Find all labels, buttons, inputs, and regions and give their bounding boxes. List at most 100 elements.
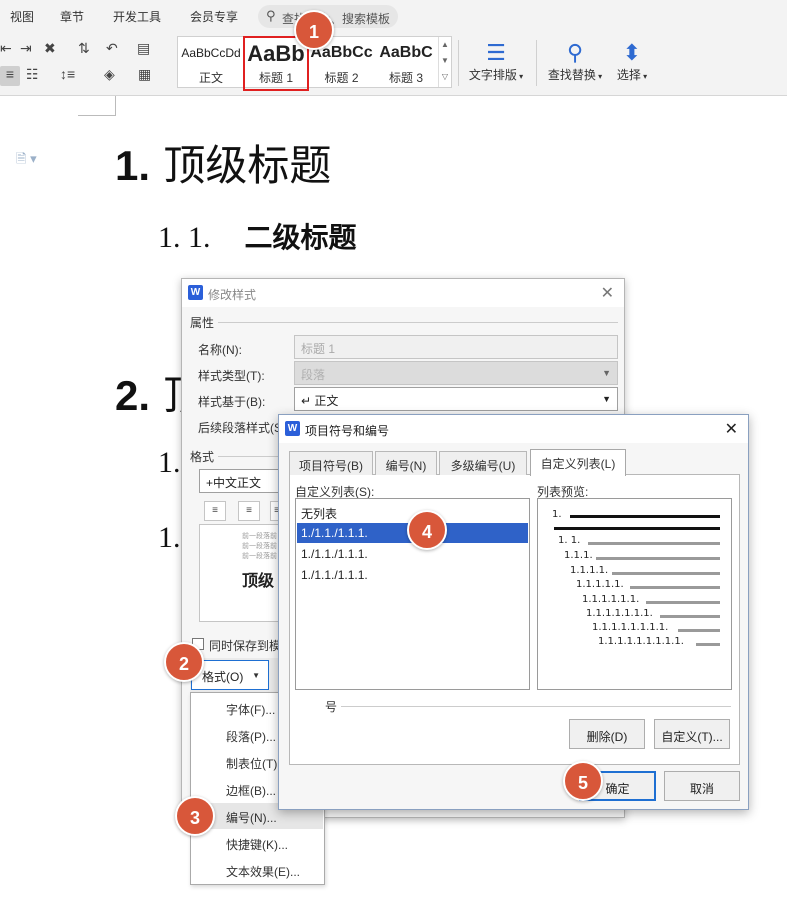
bullets-numbering-dialog: W 项目符号和编号 ✕ 项目符号(B) 编号(N) 多级编号(U) 自定义列表(…: [278, 414, 749, 810]
list-preview-pane: 1. 1. 1. 1.1.1. 1.1.1.1. 1.1.1.1.1. 1.1.…: [537, 498, 732, 690]
select-label: 选择: [616, 68, 641, 82]
divider: [325, 706, 731, 707]
style-normal[interactable]: AaBbCcDd 正文: [180, 38, 242, 86]
heading-2-first[interactable]: 1. 1. 二级标题: [158, 216, 357, 256]
delete-button[interactable]: 删除(D): [569, 719, 645, 749]
step-badge-4: 4: [407, 510, 447, 550]
preview-bar: [696, 643, 720, 646]
heading-1-first[interactable]: 1. 顶级标题: [115, 132, 331, 193]
preview-bar: [588, 542, 720, 545]
list-item[interactable]: 1./1.1./1.1.1.: [297, 544, 528, 564]
tab-multilevel[interactable]: 多级编号(U): [439, 451, 527, 475]
align-center-button[interactable]: ≡: [238, 501, 260, 521]
sort-icon[interactable]: ⇅: [78, 40, 90, 57]
chinese-layout-icon[interactable]: ✖: [44, 40, 56, 57]
customize-button[interactable]: 自定义(T)...: [654, 719, 730, 749]
list-item[interactable]: 1./1.1./1.1.1.: [297, 565, 528, 585]
style-normal-preview: AaBbCcDd: [181, 46, 241, 60]
separator: [458, 40, 459, 86]
heading-1-text: 顶级标题: [163, 141, 332, 190]
menu-chapter[interactable]: 章节: [60, 8, 84, 25]
chevron-down-icon: ▼: [441, 56, 449, 65]
menu-bar: 视图 章节 开发工具 会员专享 ⚲ 查找命令、搜索模板: [0, 0, 787, 32]
divider: [190, 322, 618, 323]
preview-prev-line: 前一段落前: [242, 553, 277, 560]
style-type-value: 段落: [301, 368, 326, 382]
modify-style-titlebar[interactable]: W 修改样式 ✕: [182, 279, 624, 307]
preview-bar: [612, 572, 720, 575]
format-group-label: 格式: [190, 448, 219, 465]
text-layout-label: 文字排版: [468, 68, 517, 82]
gallery-scroll[interactable]: ▲ ▼ ▽: [438, 37, 451, 87]
select-button[interactable]: ⬍ 选择 ▾: [612, 40, 652, 83]
preview-bar: [554, 527, 720, 530]
preview-level-3: 1.1.1.: [564, 550, 593, 561]
preview-level-1: 1.: [552, 509, 562, 520]
align-left-button[interactable]: ≡: [204, 501, 226, 521]
name-field[interactable]: 标题 1: [294, 335, 618, 359]
style-type-label: 样式类型(T):: [198, 369, 265, 383]
tab-bullets[interactable]: 项目符号(B): [289, 451, 373, 475]
menu-item-shortcut[interactable]: 快捷键(K)...: [192, 830, 323, 856]
style-heading-2-label: 标题 2: [324, 71, 359, 85]
tab-custom-list[interactable]: 自定义列表(L): [530, 449, 626, 476]
decrease-indent-icon[interactable]: ⇤: [0, 40, 12, 57]
expand-icon: ▽: [441, 72, 449, 81]
increase-indent-icon[interactable]: ⇥: [20, 40, 32, 57]
align-justify-icon[interactable]: ≡: [0, 66, 20, 86]
preview-prev-line: 前一段落前: [242, 533, 277, 540]
chevron-up-icon: ▲: [441, 40, 449, 49]
menu-item-text-effects[interactable]: 文本效果(E)...: [192, 857, 323, 883]
cancel-button[interactable]: 取消: [664, 771, 740, 801]
step-badge-3: 3: [175, 796, 215, 836]
menu-view[interactable]: 视图: [10, 8, 34, 25]
style-heading-3-preview: AaBbC: [379, 44, 433, 61]
menu-member[interactable]: 会员专享: [190, 8, 238, 25]
heading-2-third[interactable]: 1.: [158, 521, 181, 555]
show-marks-icon[interactable]: ↶: [106, 40, 118, 57]
partial-group-label: 号: [325, 698, 342, 715]
based-on-select[interactable]: ↵ 正文 ▼: [294, 387, 618, 411]
style-heading-3[interactable]: AaBbC 标题 3: [375, 38, 437, 86]
name-label: 名称(N):: [198, 343, 242, 357]
name-value: 标题 1: [301, 342, 336, 356]
select-icon: ⬍: [622, 40, 642, 65]
menu-developer[interactable]: 开发工具: [113, 8, 161, 25]
wps-logo-icon: W: [188, 285, 203, 300]
text-layout-button[interactable]: ☰ 文字排版 ▾: [466, 40, 526, 83]
step-badge-2: 2: [164, 642, 204, 682]
find-replace-button[interactable]: ⚲ 查找替换 ▾: [544, 40, 606, 83]
table-border-icon[interactable]: ▤: [137, 40, 150, 57]
tab-numbering[interactable]: 编号(N): [375, 451, 437, 475]
bullets-numbering-title: 项目符号和编号: [305, 424, 390, 438]
document-nav-icon[interactable]: 🗎 ▾: [16, 150, 37, 172]
close-icon[interactable]: ✕: [601, 283, 614, 303]
heading-2-second[interactable]: 1.: [158, 446, 181, 480]
line-spacing-icon[interactable]: ↕≡: [60, 66, 75, 82]
shading-icon[interactable]: ◈: [104, 66, 115, 83]
find-replace-label: 查找替换: [547, 68, 596, 82]
heading-1-number: 1.: [115, 142, 151, 189]
bullets-numbering-titlebar[interactable]: W 项目符号和编号 ✕: [279, 415, 748, 443]
modify-style-title: 修改样式: [208, 288, 257, 302]
find-replace-icon: ⚲: [566, 40, 584, 65]
preview-level-8: 1.1.1.1.1.1.1.1.: [592, 622, 669, 633]
format-button-label: 格式(O): [202, 670, 244, 684]
preview-bar: [596, 557, 720, 560]
separator: [536, 40, 537, 86]
following-style-label: 后续段落样式(S: [198, 421, 283, 435]
step-badge-5: 5: [563, 761, 603, 801]
chevron-down-icon: ▼: [602, 368, 611, 378]
preview-level-9: 1.1.1.1.1.1.1.1.1.: [598, 636, 684, 647]
chevron-down-icon: ▼: [602, 394, 611, 404]
preview-level-5: 1.1.1.1.1.: [576, 579, 624, 590]
close-icon[interactable]: ✕: [725, 419, 738, 439]
style-type-select[interactable]: 段落 ▼: [294, 361, 618, 385]
distributed-align-icon[interactable]: ☷: [26, 66, 39, 83]
wps-logo-icon: W: [285, 421, 300, 436]
preview-prev-line: 前一段落前: [242, 543, 277, 550]
page-corner-mark: [78, 96, 116, 116]
preview-bar: [646, 601, 720, 604]
search-icon: ⚲: [266, 8, 276, 23]
borders-icon[interactable]: ▦: [138, 66, 151, 83]
